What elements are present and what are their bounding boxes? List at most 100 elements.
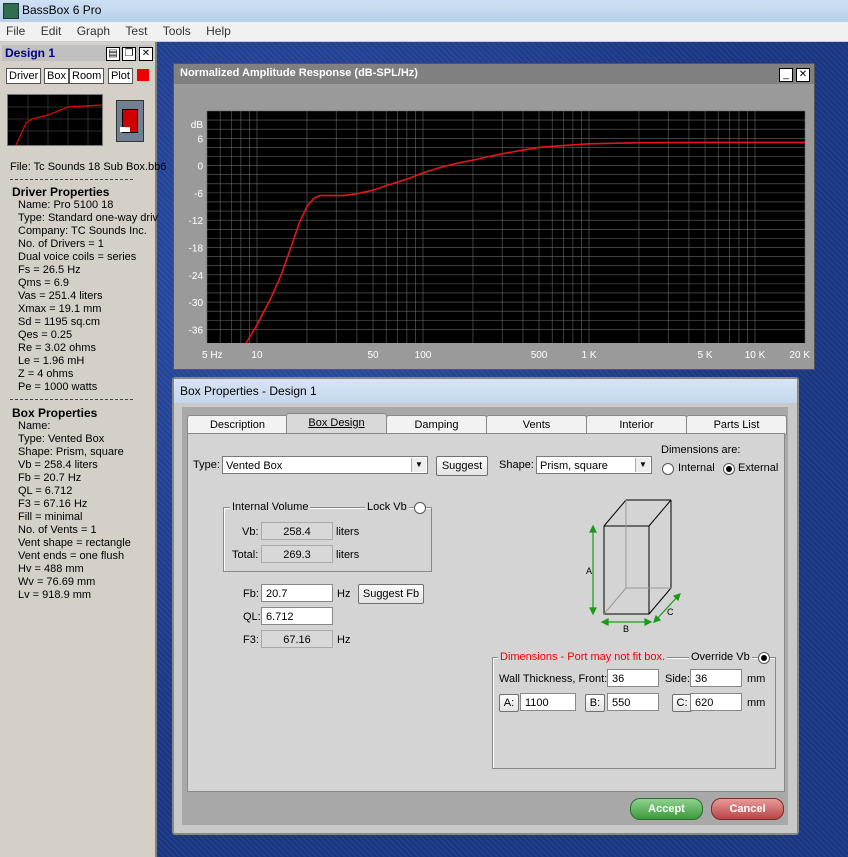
y-tick-label: -6	[194, 189, 203, 200]
driver-property: Z = 4 ohms	[18, 368, 74, 380]
fb-unit: Hz	[337, 588, 351, 600]
y-tick-label: 0	[197, 162, 203, 173]
menu-graph[interactable]: Graph	[71, 22, 116, 38]
x-tick-label: 500	[531, 350, 548, 361]
type-select-value: Vented Box	[226, 460, 283, 472]
f3-label: F3:	[243, 634, 259, 646]
dialog-title: Box Properties - Design 1	[180, 384, 317, 398]
plot-window-title: Normalized Amplitude Response (dB-SPL/Hz…	[180, 67, 418, 79]
c-input[interactable]: 620	[690, 693, 742, 711]
external-radio[interactable]	[723, 463, 735, 475]
ql-label: QL:	[243, 611, 261, 623]
chevron-down-icon: ▼	[635, 458, 650, 472]
plot-area	[207, 111, 805, 343]
box-thumbnail[interactable]	[116, 100, 144, 142]
design-title: Design 1	[5, 46, 56, 60]
box-property: F3 = 67.16 Hz	[18, 498, 88, 510]
x-tick-label: 10 K	[745, 350, 766, 361]
driver-property: Vas = 251.4 liters	[18, 290, 103, 302]
side-label: Side:	[665, 673, 691, 685]
file-name: File: Tc Sounds 18 Sub Box.bb6	[10, 161, 167, 173]
close-icon[interactable]: ✕	[796, 68, 810, 82]
driver-property: Qes = 0.25	[18, 329, 73, 341]
copy-icon[interactable]: ❐	[122, 47, 136, 61]
total-unit: liters	[336, 549, 360, 561]
box-property: Vb = 258.4 liters	[18, 459, 98, 471]
dimensions-warning: Dimensions - Port may not fit box.	[498, 651, 668, 663]
f3-unit: Hz	[337, 634, 351, 646]
box-property: No. of Vents = 1	[18, 524, 97, 536]
tab-interior[interactable]: Interior	[586, 415, 687, 435]
wall-thickness-label: Wall Thickness, Front:	[499, 673, 608, 685]
fb-label: Fb:	[243, 588, 259, 600]
close-icon[interactable]: ✕	[139, 47, 153, 61]
ql-input[interactable]: 6.712	[261, 607, 333, 625]
tab-description[interactable]: Description	[187, 415, 288, 435]
box-properties-heading: Box Properties	[12, 406, 98, 420]
app-title-bar: BassBox 6 Pro	[0, 0, 848, 23]
c-label-button: C:	[672, 694, 692, 712]
accept-button[interactable]: Accept	[630, 798, 703, 820]
menu-test[interactable]: Test	[119, 22, 153, 38]
fb-input[interactable]: 20.7	[261, 584, 333, 602]
tab-damping[interactable]: Damping	[386, 415, 487, 435]
b-input[interactable]: 550	[607, 693, 659, 711]
menu-bar: File Edit Graph Test Tools Help	[0, 22, 848, 42]
wall-side-input[interactable]: 36	[690, 669, 742, 687]
override-vb-radio[interactable]	[758, 652, 770, 664]
menu-file[interactable]: File	[0, 22, 31, 38]
dialog-title-bar: Box Properties - Design 1	[174, 379, 797, 403]
internal-radio[interactable]	[662, 463, 674, 475]
box-button[interactable]: Box	[44, 68, 69, 84]
driver-property: Dual voice coils = series	[18, 251, 137, 263]
y-tick-label: -12	[189, 216, 204, 227]
response-thumbnail[interactable]	[7, 94, 103, 146]
driver-property: Le = 1.96 mH	[18, 355, 85, 367]
suggest-fb-button[interactable]: Suggest Fb	[358, 584, 424, 604]
internal-label: Internal	[678, 462, 715, 474]
driver-button[interactable]: Driver	[6, 68, 42, 84]
total-label: Total:	[232, 549, 259, 561]
cancel-button[interactable]: Cancel	[711, 798, 784, 820]
chevron-down-icon: ▼	[411, 458, 426, 472]
tab-box-design[interactable]: Box Design	[286, 413, 387, 435]
plot-button[interactable]: Plot	[108, 68, 133, 84]
driver-property: Qms = 6.9	[18, 277, 70, 289]
menu-help[interactable]: Help	[200, 22, 237, 38]
box-property: Wv = 76.69 mm	[18, 576, 96, 588]
suggest-button[interactable]: Suggest	[436, 456, 488, 476]
lock-vb-radio[interactable]	[414, 502, 426, 514]
minimize-icon[interactable]: _	[779, 68, 793, 82]
vb-value: 258.4	[261, 522, 333, 540]
shape-select[interactable]: Prism, square ▼	[536, 456, 652, 474]
menu-edit[interactable]: Edit	[35, 22, 68, 38]
a-input[interactable]: 1100	[520, 693, 576, 711]
y-tick-label: -36	[189, 325, 204, 336]
driver-property: Fs = 26.5 Hz	[18, 264, 81, 276]
divider	[10, 179, 133, 180]
driver-property: No. of Drivers = 1	[18, 238, 104, 250]
x-tick-label: 5 Hz	[202, 350, 223, 361]
room-button[interactable]: Room	[69, 68, 105, 84]
menu-tools[interactable]: Tools	[157, 22, 197, 38]
tab-parts-list[interactable]: Parts List	[686, 415, 787, 435]
plot-color-swatch[interactable]	[137, 69, 149, 81]
app-title: BassBox 6 Pro	[22, 3, 102, 17]
tab-vents[interactable]: Vents	[486, 415, 587, 435]
shape-select-value: Prism, square	[540, 460, 608, 472]
f3-value: 67.16	[261, 630, 333, 648]
thumbnail-graph	[8, 95, 103, 146]
vb-unit: liters	[336, 526, 360, 538]
plot-window-title-bar: Normalized Amplitude Response (dB-SPL/Hz…	[174, 64, 814, 84]
type-select[interactable]: Vented Box ▼	[222, 456, 428, 474]
box-property: Shape: Prism, square	[18, 446, 124, 458]
driver-property: Type: Standard one-way driv	[18, 212, 159, 224]
save-icon[interactable]: ▤	[106, 47, 120, 61]
box-label-c: C	[667, 607, 674, 617]
wall-front-input[interactable]: 36	[607, 669, 659, 687]
divider	[10, 399, 133, 400]
driver-property: Sd = 1195 sq.cm	[18, 316, 101, 328]
box-design-panel: Type: Vented Box ▼ Suggest Shape: Prism,…	[187, 433, 785, 792]
box-label-a: A	[586, 566, 592, 576]
driver-properties-heading: Driver Properties	[12, 185, 110, 199]
